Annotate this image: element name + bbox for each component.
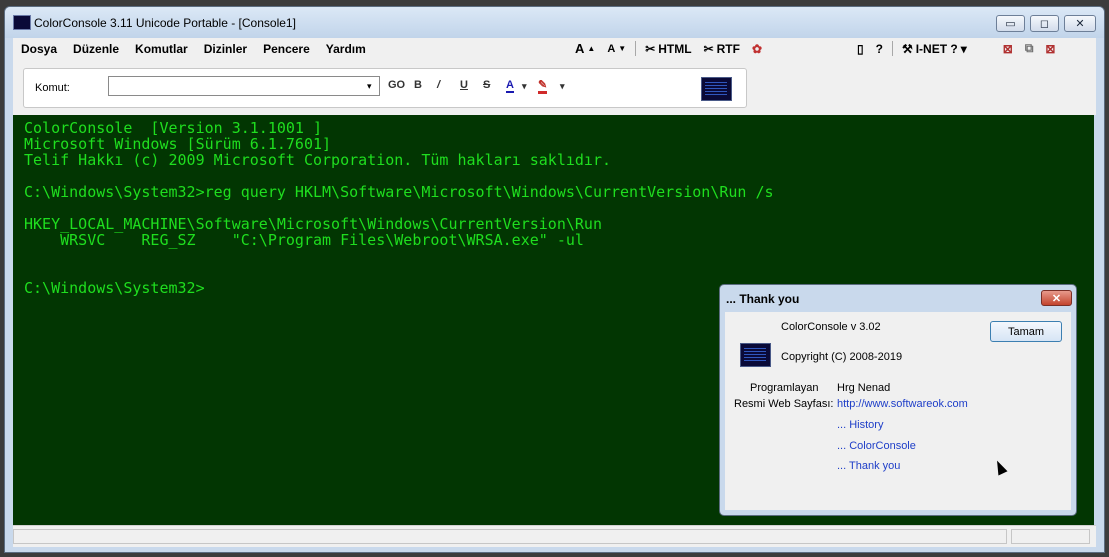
- history-link[interactable]: ... History: [837, 419, 883, 431]
- font-color-button[interactable]: A: [506, 79, 514, 93]
- close-all-button[interactable]: ⊠: [1045, 42, 1055, 56]
- command-input[interactable]: [108, 76, 380, 96]
- html-label: HTML: [658, 41, 692, 56]
- inet-label: I-NET ?: [915, 41, 958, 56]
- highlight-button[interactable]: ✎: [538, 79, 548, 94]
- chevron-down-icon[interactable]: ▾: [522, 81, 527, 92]
- close-button[interactable]: ✕: [1064, 15, 1096, 32]
- font-up-icon: A: [575, 41, 585, 56]
- separator: [635, 41, 637, 56]
- font-down-icon: A: [607, 42, 616, 55]
- scissors-icon: ✂: [703, 41, 714, 56]
- dialog-title: ... Thank you: [726, 292, 800, 306]
- console-icon[interactable]: [701, 77, 732, 101]
- website-link[interactable]: http://www.softwareok.com: [837, 398, 968, 410]
- console-line: C:\Windows\System32>reg query HKLM\Softw…: [24, 183, 774, 201]
- command-label: Komut:: [35, 82, 70, 94]
- tile-windows-button[interactable]: ⧉: [1025, 41, 1034, 56]
- separator: [891, 41, 893, 56]
- new-document-button[interactable]: ▯: [857, 42, 864, 56]
- close-console-button[interactable]: ⊠: [1003, 42, 1013, 56]
- scissors-icon: ✂: [645, 41, 656, 56]
- bold-button[interactable]: B: [414, 79, 422, 91]
- command-bar: Komut: ▾ GO B / U S A ▾ ✎ ▾: [23, 68, 747, 108]
- website-label: Resmi Web Sayfası:: [734, 398, 834, 410]
- menu-yardim[interactable]: Yardım: [318, 42, 374, 56]
- help-button[interactable]: ?: [876, 42, 883, 56]
- close-icon: ✕: [1075, 18, 1085, 30]
- console-prompt: C:\Windows\System32>: [24, 279, 205, 297]
- minimize-button[interactable]: ▭: [996, 15, 1025, 32]
- export-rtf-button[interactable]: ✂ RTF: [704, 42, 740, 56]
- windows-icon: ⧉: [1024, 41, 1034, 55]
- chevron-down-icon: ▾: [960, 41, 967, 56]
- menu-tools-right: ▯ ? ⚒ I-NET ? ▾ ⊠ ⧉ ⊠: [851, 38, 1061, 59]
- console-line: Telif Hakkı (c) 2009 Microsoft Corporati…: [24, 151, 611, 169]
- close-all-icon: ⊠: [1045, 41, 1056, 56]
- colorconsole-link[interactable]: ... ColorConsole: [837, 440, 916, 452]
- menu-tools: A ▲ A ▼ ✂ HTML ✂ RTF ✿: [569, 38, 768, 59]
- programmer-value: Hrg Nenad: [837, 382, 891, 394]
- programmer-label: Programlayan: [750, 382, 819, 394]
- go-button[interactable]: GO: [388, 79, 405, 91]
- thank-you-link[interactable]: ... Thank you: [837, 460, 900, 472]
- font-size-down-button[interactable]: A ▼: [607, 43, 626, 55]
- dialog-body: ColorConsole v 3.02 Copyright (C) 2008-2…: [725, 312, 1071, 510]
- menu-duzenle[interactable]: Düzenle: [65, 42, 127, 56]
- menu-bar: Dosya Düzenle Komutlar Dizinler Pencere …: [13, 38, 1096, 59]
- palette-icon: ✿: [751, 41, 763, 56]
- maximize-button[interactable]: ◻: [1030, 15, 1059, 32]
- help-icon: ?: [875, 41, 883, 56]
- maximize-icon: ◻: [1039, 18, 1050, 30]
- inet-menu-button[interactable]: ⚒ I-NET ? ▾: [902, 42, 967, 56]
- menu-pencere[interactable]: Pencere: [255, 42, 318, 56]
- ok-button[interactable]: Tamam: [990, 321, 1062, 342]
- palette-button[interactable]: ✿: [752, 42, 762, 56]
- console-line: WRSVC REG_SZ "C:\Program Files\Webroot\W…: [24, 231, 584, 249]
- menu-dizinler[interactable]: Dizinler: [196, 42, 255, 56]
- window-title: ColorConsole 3.11 Unicode Portable - [Co…: [34, 16, 296, 30]
- highlighter-icon: ✎: [538, 79, 548, 91]
- title-bar[interactable]: ColorConsole 3.11 Unicode Portable - [Co…: [5, 7, 1104, 38]
- export-html-button[interactable]: ✂ HTML: [645, 42, 691, 56]
- italic-button[interactable]: /: [437, 79, 440, 91]
- tools-icon: ⚒: [901, 41, 913, 56]
- close-icon: ✕: [1051, 292, 1062, 305]
- status-pane: [1011, 529, 1090, 544]
- chevron-down-icon[interactable]: ▾: [367, 81, 372, 92]
- app-logo-icon: [740, 343, 771, 367]
- minimize-icon: ▭: [1005, 18, 1016, 30]
- copyright-text: Copyright (C) 2008-2019: [781, 351, 903, 363]
- menu-komutlar[interactable]: Komutlar: [127, 42, 196, 56]
- version-text: ColorConsole v 3.02: [781, 321, 881, 333]
- chevron-down-icon[interactable]: ▾: [560, 81, 565, 92]
- toolbar-area: Komut: ▾ GO B / U S A ▾ ✎ ▾: [13, 59, 1096, 115]
- font-size-up-button[interactable]: A ▲: [575, 41, 595, 56]
- window-close-icon: ⊠: [1002, 41, 1013, 56]
- status-bar: [13, 525, 1096, 547]
- dialog-close-button[interactable]: ✕: [1041, 290, 1072, 306]
- underline-button[interactable]: U: [460, 79, 468, 91]
- thank-you-dialog: ... Thank you ✕ ColorConsole v 3.02 Copy…: [719, 284, 1077, 516]
- document-icon: ▯: [857, 41, 864, 56]
- app-icon: [13, 15, 31, 30]
- rtf-label: RTF: [716, 41, 740, 56]
- status-pane: [13, 529, 1007, 544]
- strikethrough-button[interactable]: S: [483, 79, 490, 91]
- menu-dosya[interactable]: Dosya: [13, 42, 65, 56]
